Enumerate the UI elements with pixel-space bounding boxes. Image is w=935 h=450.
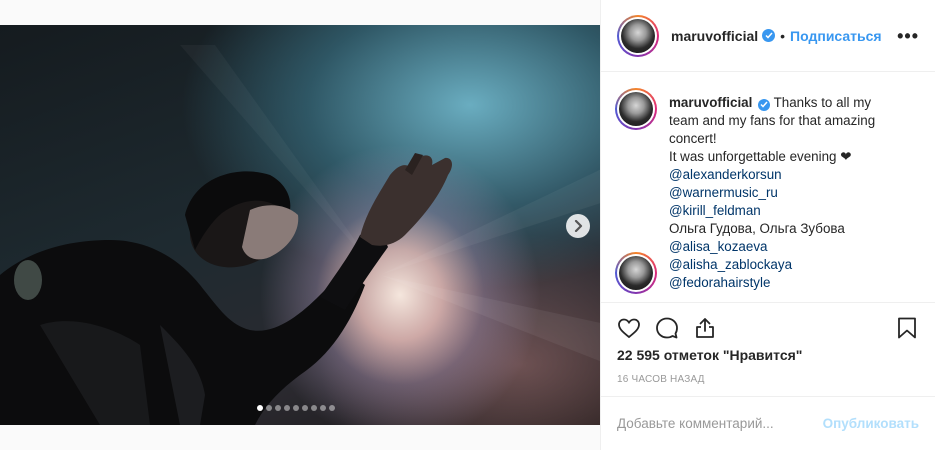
add-comment-bar: Опубликовать: [601, 396, 935, 450]
mention-link[interactable]: @alisha_zablockaya: [669, 256, 919, 274]
comment-button[interactable]: [655, 316, 679, 340]
carousel-dot: [329, 405, 335, 411]
comments-section: maruvofficial Thanks to all my team and …: [601, 72, 935, 302]
publish-button[interactable]: Опубликовать: [823, 416, 919, 431]
mention-link[interactable]: @alisa_kozaeva: [669, 238, 919, 256]
carousel-dot: [284, 405, 290, 411]
avatar-ring: [619, 16, 657, 55]
follow-button[interactable]: Подписаться: [790, 28, 882, 44]
avatar-image: [619, 92, 653, 126]
mention-link[interactable]: @warnermusic_ru: [669, 184, 919, 202]
avatar-image: [619, 256, 653, 290]
carousel-dot: [302, 405, 308, 411]
carousel-dot: [257, 405, 263, 411]
carousel-dot: [275, 405, 281, 411]
more-options-icon[interactable]: •••: [897, 27, 919, 45]
mention-link[interactable]: @fedorahairstyle: [669, 274, 919, 292]
avatar-ring: [617, 90, 655, 128]
caption-text-line: It was unforgettable evening ❤: [669, 149, 852, 164]
caption-names-line: Ольга Гудова, Ольга Зубова: [669, 221, 845, 236]
verified-badge-icon: [758, 98, 771, 111]
post-actions-bar: [601, 302, 935, 352]
avatar-ring: [617, 254, 655, 292]
concert-photo-illustration: [0, 45, 600, 425]
caption-avatar[interactable]: [615, 88, 657, 130]
bookmark-icon: [898, 317, 916, 338]
avatar[interactable]: [617, 14, 659, 57]
carousel-dot: [311, 405, 317, 411]
verified-badge-icon: [762, 29, 776, 42]
caption-username[interactable]: maruvofficial: [669, 95, 752, 110]
share-button[interactable]: [693, 316, 717, 340]
comment-input[interactable]: [617, 416, 823, 431]
post-caption: maruvofficial Thanks to all my team and …: [669, 94, 919, 292]
avatar-image: [621, 18, 655, 53]
carousel-indicators: [257, 405, 335, 411]
like-button[interactable]: [617, 316, 641, 340]
likes-count[interactable]: 22 595 отметок "Нравится": [617, 347, 802, 363]
post-media: [0, 0, 600, 450]
header-username[interactable]: maruvofficial: [671, 28, 758, 44]
chevron-right-icon: [574, 220, 583, 232]
post-timestamp[interactable]: 16 часов назад: [617, 374, 705, 385]
caption-text-line: Thanks to all my: [773, 95, 872, 110]
post-photo[interactable]: [0, 25, 600, 425]
separator-dot: •: [780, 27, 786, 44]
share-icon: [696, 317, 714, 338]
carousel-dot: [293, 405, 299, 411]
comment-avatar[interactable]: [615, 252, 657, 294]
comment-icon: [656, 317, 678, 338]
mention-link[interactable]: @kirill_feldman: [669, 202, 919, 220]
carousel-dot: [266, 405, 272, 411]
mention-link[interactable]: @alexanderkorsun: [669, 166, 919, 184]
post-header: maruvofficial • Подписаться •••: [601, 0, 935, 72]
caption-text-line: concert!: [669, 131, 717, 146]
post-side-panel: maruvofficial • Подписаться ••• maruvoff…: [600, 0, 935, 450]
heart-icon: [618, 318, 640, 338]
next-slide-button[interactable]: [566, 214, 590, 238]
caption-text-line: team and my fans for that amazing: [669, 113, 876, 128]
save-button[interactable]: [895, 316, 919, 340]
carousel-dot: [320, 405, 326, 411]
